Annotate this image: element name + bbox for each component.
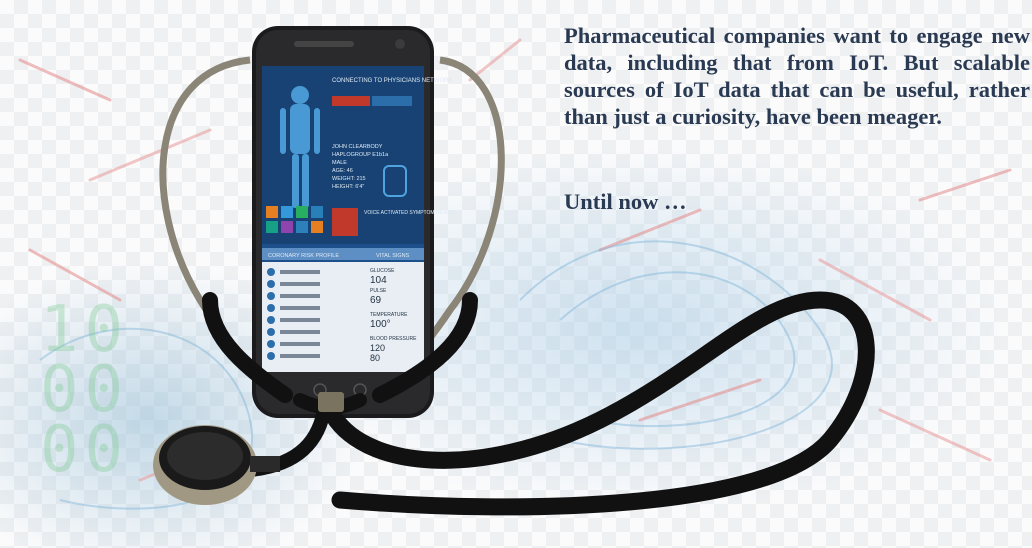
stethoscope-chestpiece-icon	[153, 425, 280, 505]
blood-pressure-bottom: 80	[370, 353, 380, 363]
closing-line: Until now …	[564, 189, 687, 214]
blood-pressure-top: 120	[370, 343, 385, 353]
glucose-label: GLUCOSE	[370, 268, 395, 274]
tab-coronary-risk: CORONARY RISK PROFILE	[268, 253, 339, 259]
voice-label: VOICE ACTIVATED SYMPTOM READER	[364, 210, 457, 216]
blood-pressure-label: BLOOD PRESSURE	[370, 336, 417, 342]
temperature-label: TEMPERATURE	[370, 312, 408, 318]
svg-text:HEIGHT: 6'4": HEIGHT: 6'4"	[332, 184, 364, 190]
glucose-value: 104	[370, 275, 387, 286]
svg-text:MALE: MALE	[332, 160, 347, 166]
intro-paragraph: Pharmaceutical companies want to engage …	[564, 23, 1030, 129]
svg-text:JOHN CLEARBODY: JOHN CLEARBODY	[332, 144, 383, 150]
pulse-label: PULSE	[370, 288, 387, 294]
tab-vital-signs: VITAL SIGNS	[376, 253, 410, 259]
temperature-value: 100°	[370, 319, 391, 330]
svg-text:HAPLOGROUP E1b1a: HAPLOGROUP E1b1a	[332, 152, 389, 158]
svg-text:AGE: 46: AGE: 46	[332, 168, 353, 174]
slide-text: Pharmaceutical companies want to engage …	[564, 22, 1030, 215]
pulse-value: 69	[370, 295, 382, 306]
svg-text:WEIGHT: 215: WEIGHT: 215	[332, 176, 366, 182]
slide: 10 00 00 CONNECTING TO PHYSICIANS NETWORK	[0, 0, 1032, 548]
screen-heading: CONNECTING TO PHYSICIANS NETWORK	[332, 78, 452, 84]
microphone-icon	[332, 208, 358, 236]
